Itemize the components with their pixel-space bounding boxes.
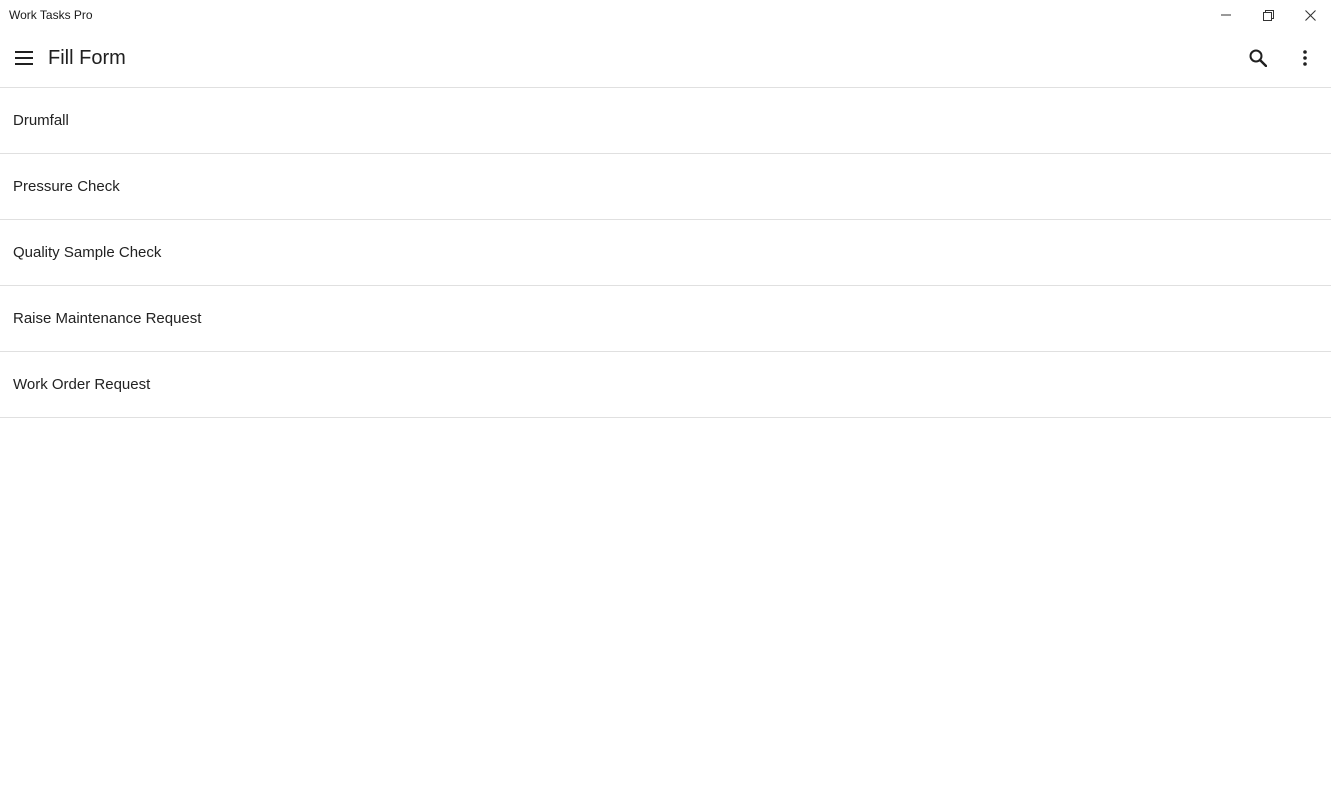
page-title: Fill Form: [48, 47, 126, 69]
list-item-pressure-check[interactable]: Pressure Check: [0, 154, 1331, 220]
menu-button[interactable]: [8, 42, 40, 74]
list-item-drumfall[interactable]: Drumfall: [0, 88, 1331, 154]
list-item-label: Quality Sample Check: [13, 244, 162, 261]
title-bar[interactable]: Work Tasks Pro: [0, 0, 1331, 30]
list-item-raise-maintenance-request[interactable]: Raise Maintenance Request: [0, 286, 1331, 352]
minimize-icon: [1221, 14, 1231, 16]
close-button[interactable]: [1289, 0, 1331, 30]
more-vertical-icon: [1303, 50, 1307, 66]
minimize-button[interactable]: [1205, 0, 1247, 30]
restore-button[interactable]: [1247, 0, 1289, 30]
restore-icon: [1262, 9, 1274, 21]
form-list: Drumfall Pressure Check Quality Sample C…: [0, 88, 1331, 418]
list-item-label: Pressure Check: [13, 178, 120, 195]
list-item-label: Raise Maintenance Request: [13, 310, 202, 327]
app-bar: Fill Form: [0, 30, 1331, 88]
list-item-quality-sample-check[interactable]: Quality Sample Check: [0, 220, 1331, 286]
app-window: Work Tasks Pro Fill Form Drumfall Pressu…: [0, 0, 1331, 787]
window-title: Work Tasks Pro: [9, 8, 93, 22]
list-item-label: Drumfall: [13, 112, 69, 129]
more-options-button[interactable]: [1289, 42, 1321, 74]
close-icon: [1304, 9, 1316, 21]
search-icon: [1249, 49, 1267, 67]
hamburger-menu-icon: [15, 51, 33, 65]
list-item-work-order-request[interactable]: Work Order Request: [0, 352, 1331, 418]
search-button[interactable]: [1242, 42, 1274, 74]
list-item-label: Work Order Request: [13, 376, 151, 393]
